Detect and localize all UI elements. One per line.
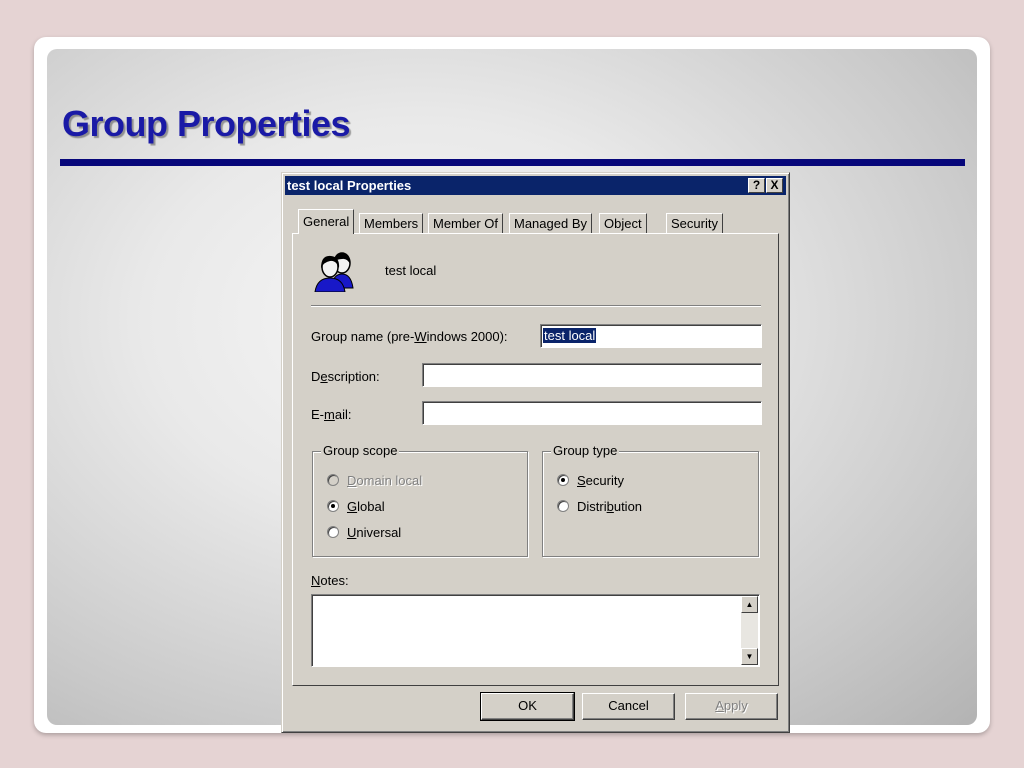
group-scope-legend: Group scope [321,443,400,458]
option-label: ecurity [585,473,624,488]
description-input[interactable] [422,363,762,387]
label-text: otes: [320,573,349,588]
notes-label: Notes: [311,573,349,588]
radio-button[interactable] [327,526,339,538]
label-text: ail: [334,407,352,422]
cancel-button[interactable]: Cancel [582,693,675,720]
group-name-input[interactable]: test local [540,324,762,348]
label-text: Group name (pre- [311,329,415,344]
label-text: D [311,369,321,384]
label-accesskey: m [324,407,335,422]
option-label: Distri [577,499,607,514]
radio-button[interactable] [327,500,339,512]
apply-button[interactable]: Apply [685,693,778,720]
label-accesskey: N [311,573,321,588]
slide-title: Group Properties [62,103,351,144]
email-input[interactable] [422,401,762,425]
tab-object[interactable]: Object [599,213,647,233]
help-button[interactable]: ? [748,178,765,193]
option-accesskey: D [347,473,357,488]
description-label: Description: [311,369,380,384]
tab-security[interactable]: Security [666,213,723,233]
option-label: lobal [357,499,385,514]
group-type-legend: Group type [551,443,620,458]
notes-scrollbar[interactable]: ▲ ▼ [741,596,758,665]
label-accesskey: W [414,329,427,344]
radio-button[interactable] [557,474,569,486]
option-label: ution [613,499,643,514]
group-heading: test local [385,263,437,278]
dialog-title: test local Properties [287,178,412,193]
label-text: scription: [327,369,380,384]
type-security-option[interactable]: Security [557,473,624,488]
group-name-value: test local [543,328,597,343]
option-label: omain local [356,473,423,488]
tab-managed-by[interactable]: Managed By [509,213,592,233]
option-label: niversal [356,525,402,540]
notes-textarea[interactable]: ▲ ▼ [311,594,760,667]
tab-member-of[interactable]: Member Of [428,213,504,233]
scroll-up-icon[interactable]: ▲ [741,596,758,613]
option-accesskey: S [577,473,586,488]
button-label: pply [723,698,748,713]
title-rule [60,159,965,166]
scroll-down-icon[interactable]: ▼ [741,648,758,665]
label-accesskey: e [320,369,328,384]
tab-general[interactable]: General [298,209,355,234]
label-text: E- [311,407,324,422]
email-label: E-mail: [311,407,351,422]
label-text: indows 2000): [426,329,508,344]
scope-global-option[interactable]: Global [327,499,385,514]
ok-button[interactable]: OK [480,692,575,721]
separator [311,305,761,307]
scope-universal-option[interactable]: Universal [327,525,401,540]
properties-dialog: test local Properties ? X General Member… [281,172,790,733]
scope-domain-local-option[interactable]: Domain local [327,473,422,488]
general-tab-panel: test local Group name (pre-Windows 2000)… [292,233,779,686]
option-accesskey: G [347,499,358,514]
group-type-box: Group type Security Distribution [542,443,759,557]
radio-button[interactable] [557,500,569,512]
tab-members[interactable]: Members [359,213,424,233]
radio-button[interactable] [327,474,339,486]
button-accesskey: A [715,698,724,713]
group-scope-box: Group scope Domain local Global Universa… [312,443,528,557]
group-users-icon [314,252,354,292]
option-accesskey: U [347,525,357,540]
group-name-label: Group name (pre-Windows 2000): [311,329,508,344]
dialog-titlebar[interactable]: test local Properties ? X [285,176,786,195]
type-distribution-option[interactable]: Distribution [557,499,642,514]
close-button[interactable]: X [766,178,783,193]
option-accesskey: b [606,499,614,514]
